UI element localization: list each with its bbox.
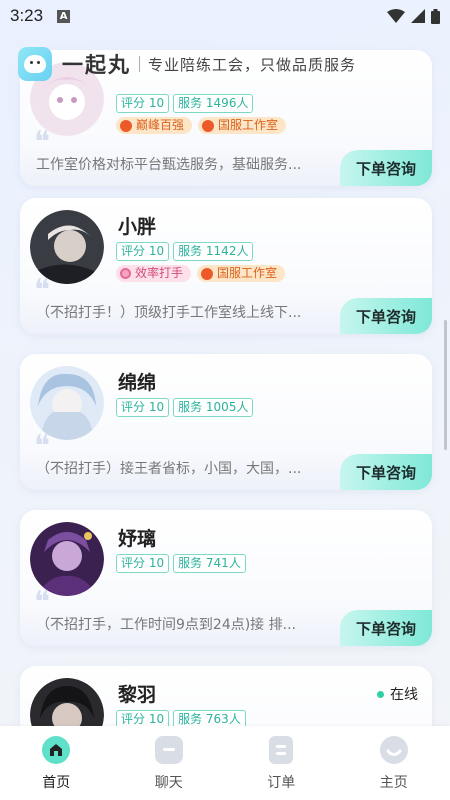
app-slogan: 专业陪练工会，只做品质服务: [148, 55, 357, 74]
service-count-tag: 服务 1005人: [173, 398, 254, 417]
studio-description: （不招打手）接王者省标，小国，大国，...: [36, 461, 302, 477]
scrollbar[interactable]: [444, 320, 447, 450]
studio-name: 妤璃: [118, 528, 157, 550]
badge: 效率打手: [116, 265, 192, 282]
nav-label: 订单: [267, 775, 296, 791]
medal-icon: [201, 267, 214, 280]
rating-tag: 评分 10: [116, 554, 170, 573]
service-count-tag: 服务 1142人: [173, 242, 254, 261]
order-consult-button[interactable]: 下单咨询: [340, 610, 432, 646]
studio-card[interactable]: 小胖 评分 10 服务 1142人 效率打手 国服工作室 ❝ （不招打手！）顶级…: [20, 198, 432, 334]
order-consult-button[interactable]: 下单咨询: [340, 150, 432, 186]
rating-tag: 评分 10: [116, 94, 170, 113]
chat-icon: [154, 736, 183, 764]
studio-description: 工作室价格对标平台甄选服务，基础服务...: [36, 157, 302, 173]
nav-home[interactable]: 首页: [0, 726, 113, 800]
nav-label: 主页: [379, 775, 408, 791]
app-logo-icon: [18, 47, 52, 81]
stats-tags: 评分 10 服务 1142人: [116, 242, 254, 261]
studio-description: （不招打手，工作时间9点到24点)接 排...: [36, 617, 296, 633]
badge: 国服工作室: [198, 117, 287, 134]
home-icon: [42, 736, 71, 764]
service-count-tag: 服务 1496人: [173, 94, 254, 113]
rating-tag: 评分 10: [116, 242, 170, 261]
studio-card[interactable]: 绵绵 评分 10 服务 1005人 ❝ （不招打手）接王者省标，小国，大国，..…: [20, 354, 432, 490]
rating-tag: 评分 10: [116, 398, 170, 417]
medal-icon: [120, 119, 132, 132]
online-dot-icon: [377, 690, 384, 698]
medal-icon: [202, 119, 215, 132]
badge-row: 巅峰百强 国服工作室: [116, 117, 287, 134]
order-icon: [269, 736, 294, 764]
nav-chat[interactable]: 聊天: [113, 726, 226, 800]
order-consult-button[interactable]: 下单咨询: [340, 454, 432, 490]
nav-label: 首页: [42, 775, 71, 791]
medal-icon: [120, 268, 131, 279]
service-count-tag: 服务 741人: [173, 554, 246, 573]
profile-icon: [379, 736, 408, 764]
stats-tags: 评分 10 服务 1005人: [116, 398, 254, 417]
stats-tags: 评分 10 服务 1496人: [116, 94, 254, 113]
stats-tags: 评分 10 服务 741人: [116, 554, 246, 573]
studio-name: 绵绵: [118, 372, 157, 394]
nav-orders[interactable]: 订单: [225, 726, 338, 800]
badge: 巅峰百强: [116, 117, 193, 134]
studio-list[interactable]: 评分 10 服务 1496人 巅峰百强 国服工作室 ❝ 工作室价格对标平台甄选服…: [0, 0, 450, 800]
studio-name: 黎羽: [118, 684, 157, 706]
studio-description: （不招打手！）顶级打手工作室线上线下...: [36, 305, 302, 321]
header-divider: [139, 56, 140, 72]
nav-label: 聊天: [154, 775, 183, 791]
app-title: 一起丸: [62, 53, 131, 77]
order-consult-button[interactable]: 下单咨询: [340, 298, 432, 334]
badge: 国服工作室: [197, 265, 286, 282]
studio-card[interactable]: 妤璃 评分 10 服务 741人 ❝ （不招打手，工作时间9点到24点)接 排.…: [20, 510, 432, 646]
online-status: 在线: [377, 684, 418, 704]
app-header: 一起丸 专业陪练工会，只做品质服务: [0, 40, 450, 88]
badge-row: 效率打手 国服工作室: [116, 265, 286, 282]
studio-name: 小胖: [118, 216, 157, 238]
nav-profile[interactable]: 主页: [338, 726, 450, 800]
bottom-nav: 首页 聊天 订单 主页: [0, 726, 450, 800]
